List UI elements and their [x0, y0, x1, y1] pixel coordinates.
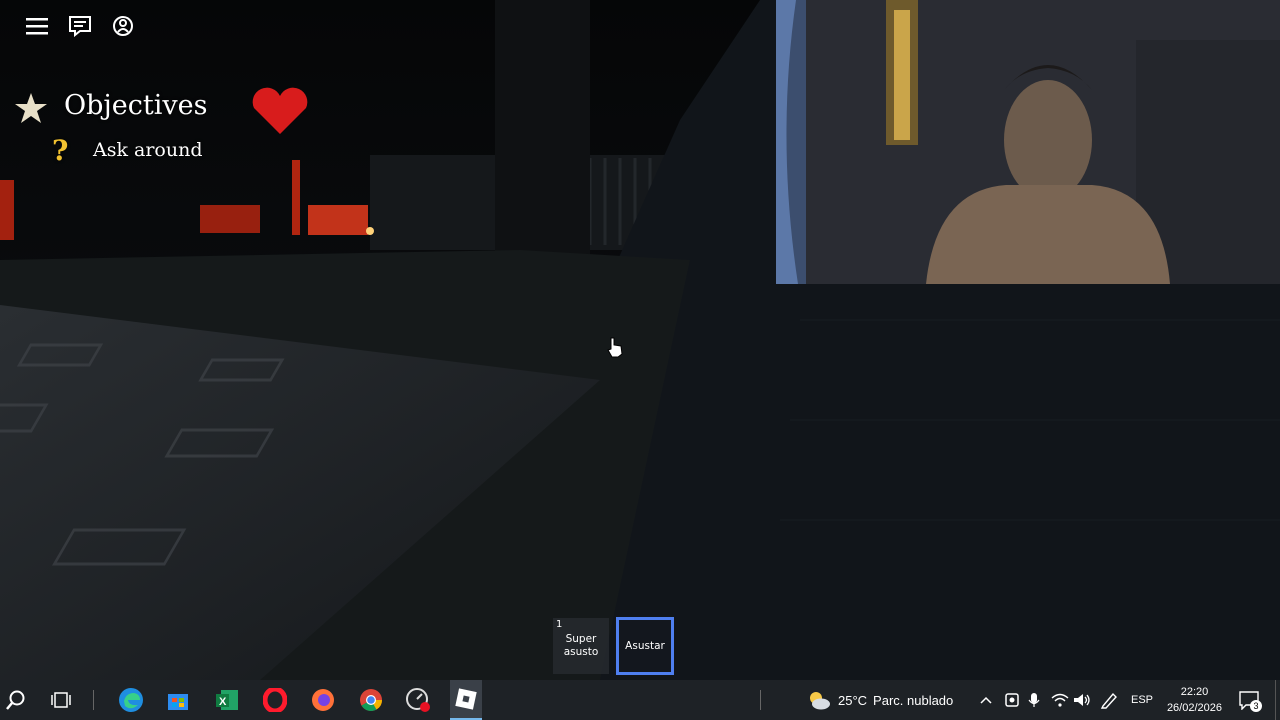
hotbar-slot-label-line1: Super [565, 633, 597, 645]
star-icon [15, 93, 47, 123]
webcam-feed [776, 0, 1280, 284]
menu-button[interactable] [21, 10, 53, 42]
store-icon [168, 694, 188, 710]
tray-meet-now[interactable] [1004, 680, 1020, 720]
firefox-icon [312, 689, 334, 711]
svg-text:X: X [219, 696, 227, 708]
webcam-overlay [776, 0, 1280, 284]
weather-partly-cloudy-icon [810, 692, 830, 710]
taskbar-app-opera[interactable] [259, 684, 291, 716]
tray-pen[interactable] [1100, 680, 1118, 720]
weather-widget[interactable]: 25°C Parc. nublado [806, 680, 953, 720]
hand-cursor-icon [607, 337, 623, 358]
objective-item: Ask around [93, 139, 203, 161]
edge-icon [119, 688, 143, 712]
opera-icon [263, 688, 287, 712]
heart-icon [252, 87, 308, 134]
camera-tray-icon [1005, 693, 1019, 707]
hotbar-slot-number: 1 [556, 619, 563, 630]
chevron-up-icon [980, 696, 992, 704]
wifi-icon [1051, 693, 1069, 707]
tray-network[interactable] [1051, 680, 1069, 720]
excel-icon: X [216, 690, 238, 710]
search-button[interactable] [0, 684, 32, 716]
search-icon [6, 690, 25, 710]
chat-icon [69, 16, 91, 37]
task-view-button[interactable] [46, 684, 78, 716]
taskbar: X 25°C Parc. nublado ESP 22:20 26/02/202… [0, 680, 1280, 720]
taskbar-app-store[interactable] [162, 684, 194, 716]
taskbar-app-roblox[interactable] [450, 680, 482, 720]
clock-time: 22:20 [1180, 686, 1209, 698]
chat-button[interactable] [64, 10, 96, 42]
weather-desc: Parc. nublado [873, 692, 954, 708]
taskbar-app-edge[interactable] [115, 684, 147, 716]
taskbar-app-recorder[interactable] [402, 684, 434, 716]
emote-button[interactable] [107, 10, 139, 42]
emote-icon [113, 16, 133, 36]
question-mark-icon: ? [52, 134, 69, 167]
notification-center-button[interactable]: 3 [1238, 680, 1262, 720]
taskbar-divider [760, 690, 761, 710]
tray-volume[interactable] [1073, 680, 1091, 720]
hotbar-slot-label-line2: asusto [563, 646, 599, 658]
hotbar-slot-label: Asustar [625, 639, 665, 652]
chrome-icon [360, 689, 382, 711]
weather-temp: 25°C [838, 692, 868, 708]
clock-date: 26/02/2026 [1166, 702, 1222, 714]
hotbar-slot-asustar[interactable]: Asustar [616, 617, 674, 675]
taskbar-app-excel[interactable]: X [211, 684, 243, 716]
objectives-title: Objectives [64, 90, 208, 121]
microphone-icon [1028, 693, 1040, 707]
hamburger-menu-icon [26, 18, 48, 35]
tray-language[interactable]: ESP [1131, 680, 1153, 720]
roblox-icon [455, 688, 477, 710]
clock[interactable]: 22:20 26/02/2026 [1167, 684, 1222, 716]
tray-microphone[interactable] [1027, 680, 1041, 720]
taskbar-app-chrome[interactable] [355, 684, 387, 716]
tray-overflow-button[interactable] [979, 680, 993, 720]
taskbar-divider [93, 690, 94, 710]
recorder-icon [406, 688, 430, 712]
taskbar-app-firefox[interactable] [307, 684, 339, 716]
task-view-icon [51, 692, 71, 708]
hotbar-slot-super-asusto[interactable]: 1 Super asusto [553, 618, 609, 674]
show-desktop-button[interactable] [1275, 680, 1276, 720]
volume-icon [1074, 694, 1090, 706]
pen-icon [1100, 692, 1117, 709]
notification-count-badge: 3 [1250, 700, 1262, 712]
game-viewport[interactable]: Objectives ? Ask around 1 Super asusto A… [0, 0, 1280, 680]
